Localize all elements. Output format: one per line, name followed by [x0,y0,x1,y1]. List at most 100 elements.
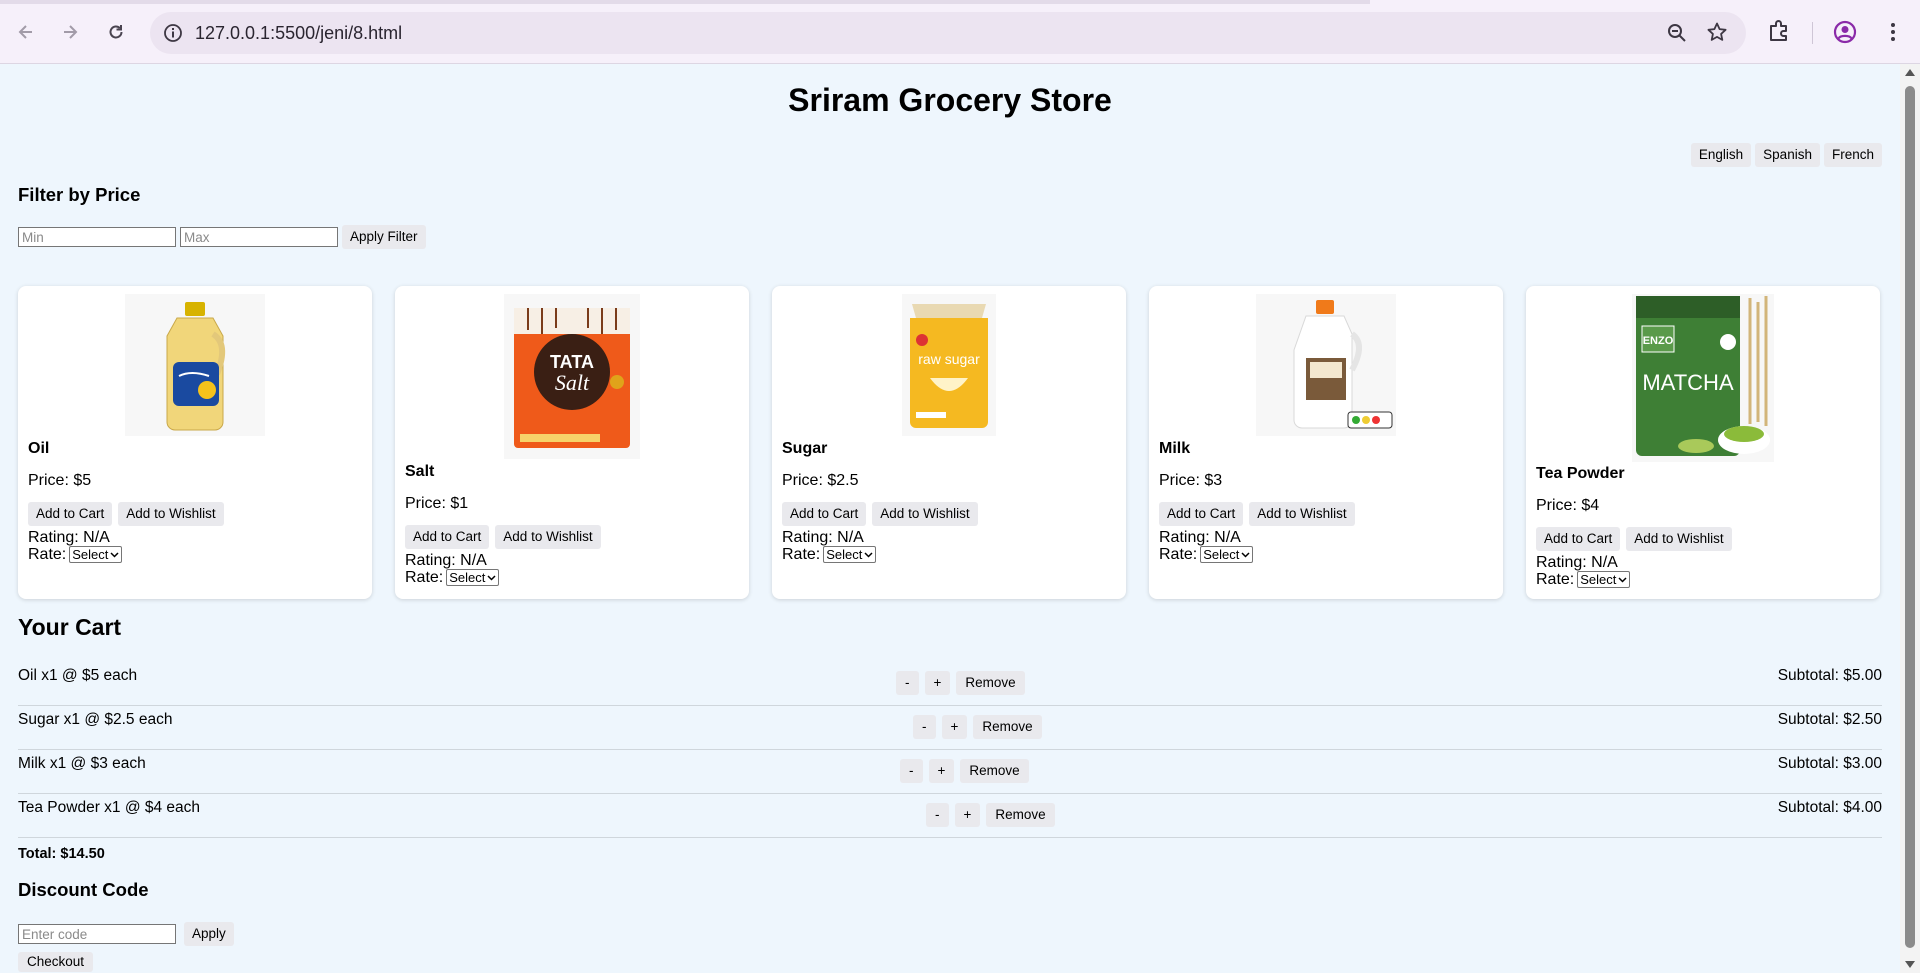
rate-row: Rate: Select [1159,546,1254,563]
cart-item-subtotal: Subtotal: $3.00 [1777,755,1882,772]
decrease-quantity-button[interactable]: - [900,759,923,783]
min-price-input[interactable] [18,227,176,247]
language-spanish-button[interactable]: Spanish [1755,143,1820,167]
zoom-icon[interactable] [1666,22,1688,49]
language-french-button[interactable]: French [1823,143,1882,167]
remove-item-button[interactable]: Remove [986,803,1055,827]
add-to-cart-button[interactable]: Add to Cart [405,525,490,549]
rating-select[interactable]: Select [69,546,123,563]
cart-item-controls: - + Remove [926,803,1055,827]
product-rating: Rating: N/A [1159,529,1241,546]
increase-quantity-button[interactable]: + [924,671,951,695]
oil-product-image [125,294,265,436]
rating-select[interactable]: Select [1200,546,1254,563]
cart-item-subtotal: Subtotal: $5.00 [1777,667,1882,684]
product-rating: Rating: N/A [405,552,487,569]
rating-select-value: Select [826,547,863,562]
add-to-cart-button[interactable]: Add to Cart [782,502,867,526]
rate-label: Rate: [1536,571,1575,588]
scroll-up-arrow-icon[interactable] [1905,69,1915,76]
product-card-oil: Oil Price: $5 Add to Cart Add to Wishlis… [18,286,372,599]
rating-select[interactable]: Select [823,546,877,563]
product-card-salt: TATA Salt Salt Price: $1 Add to Cart Add… [395,286,749,599]
site-info-icon[interactable] [162,22,184,49]
discount-form: Apply [18,922,234,946]
sugar-product-image: raw sugar [902,294,996,436]
chevron-down-icon [487,574,496,581]
remove-item-button[interactable]: Remove [960,759,1029,783]
remove-item-button[interactable]: Remove [956,671,1025,695]
remove-item-button[interactable]: Remove [973,715,1042,739]
chevron-down-icon [1241,551,1250,558]
product-price: Price: $1 [405,495,469,512]
back-icon[interactable] [12,18,40,46]
rating-select[interactable]: Select [1577,571,1631,588]
cart-item-tea-powder: Tea Powder x1 @ $4 each - + Remove Subto… [18,794,1882,838]
language-english-button[interactable]: English [1690,143,1752,167]
chevron-down-icon [110,551,119,558]
cart-item-description: Tea Powder x1 @ $4 each [18,799,201,816]
max-price-input[interactable] [180,227,338,247]
rating-select-value: Select [72,547,109,562]
tab-strip [0,0,1370,4]
apply-discount-button[interactable]: Apply [184,922,234,946]
cart-item-sugar: Sugar x1 @ $2.5 each - + Remove Subtotal… [18,706,1882,750]
product-card-sugar: raw sugar Sugar Price: $2.5 Add to Cart … [772,286,1126,599]
product-name: Oil [28,440,50,457]
cart-item-description: Milk x1 @ $3 each [18,755,146,772]
tea-matcha-text: MATCHA [1642,370,1734,395]
product-actions: Add to Cart Add to Wishlist [405,525,601,549]
increase-quantity-button[interactable]: + [928,759,955,783]
tea-powder-product-image: ENZO MATCHA [1632,294,1774,462]
rate-row: Rate: Select [405,569,500,586]
cart-item-subtotal: Subtotal: $4.00 [1777,799,1882,816]
add-to-cart-button[interactable]: Add to Cart [1159,502,1244,526]
cart-item-controls: - + Remove [913,715,1042,739]
rate-row: Rate: Select [1536,571,1631,588]
chevron-down-icon [864,551,873,558]
rating-select[interactable]: Select [446,569,500,586]
product-actions: Add to Cart Add to Wishlist [782,502,978,526]
add-to-wishlist-button[interactable]: Add to Wishlist [872,502,978,526]
scrollbar-thumb[interactable] [1905,86,1915,948]
add-to-cart-button[interactable]: Add to Cart [28,502,113,526]
kebab-menu-icon[interactable] [1880,19,1906,50]
cart-heading: Your Cart [18,614,122,640]
extensions-icon[interactable] [1766,18,1792,49]
increase-quantity-button[interactable]: + [954,803,981,827]
rating-select-value: Select [449,570,486,585]
decrease-quantity-button[interactable]: - [896,671,919,695]
sugar-label-text: raw sugar [918,351,980,367]
cart-total: Total: $14.50 [18,846,105,862]
browser-toolbar: 127.0.0.1:5500/jeni/8.html [0,0,1920,64]
rate-row: Rate: Select [782,546,877,563]
add-to-wishlist-button[interactable]: Add to Wishlist [495,525,601,549]
scroll-down-arrow-icon[interactable] [1905,961,1915,968]
filter-heading: Filter by Price [18,184,141,205]
add-to-cart-button[interactable]: Add to Cart [1536,527,1621,551]
url-text[interactable]: 127.0.0.1:5500/jeni/8.html [195,23,402,44]
decrease-quantity-button[interactable]: - [926,803,949,827]
cart-item-controls: - + Remove [896,671,1025,695]
address-bar[interactable]: 127.0.0.1:5500/jeni/8.html [150,12,1746,54]
rate-row: Rate: Select [28,546,123,563]
reload-icon[interactable] [102,18,130,46]
apply-filter-button[interactable]: Apply Filter [342,225,426,249]
add-to-wishlist-button[interactable]: Add to Wishlist [1249,502,1355,526]
cart-item-oil: Oil x1 @ $5 each - + Remove Subtotal: $5… [18,662,1882,706]
profile-avatar-icon[interactable] [1832,19,1858,50]
checkout-button[interactable]: Checkout [18,952,94,972]
add-to-wishlist-button[interactable]: Add to Wishlist [118,502,224,526]
add-to-wishlist-button[interactable]: Add to Wishlist [1626,527,1732,551]
salt-word-text: Salt [555,370,590,395]
decrease-quantity-button[interactable]: - [913,715,936,739]
product-actions: Add to Cart Add to Wishlist [1536,527,1732,551]
bookmark-star-icon[interactable] [1706,21,1728,48]
checkout-area: Checkout [18,952,94,972]
milk-product-image [1256,294,1396,436]
page-scrollbar[interactable] [1900,64,1920,973]
discount-code-input[interactable] [18,924,176,944]
forward-icon[interactable] [56,18,84,46]
cart-item-description: Sugar x1 @ $2.5 each [18,711,173,728]
increase-quantity-button[interactable]: + [941,715,968,739]
